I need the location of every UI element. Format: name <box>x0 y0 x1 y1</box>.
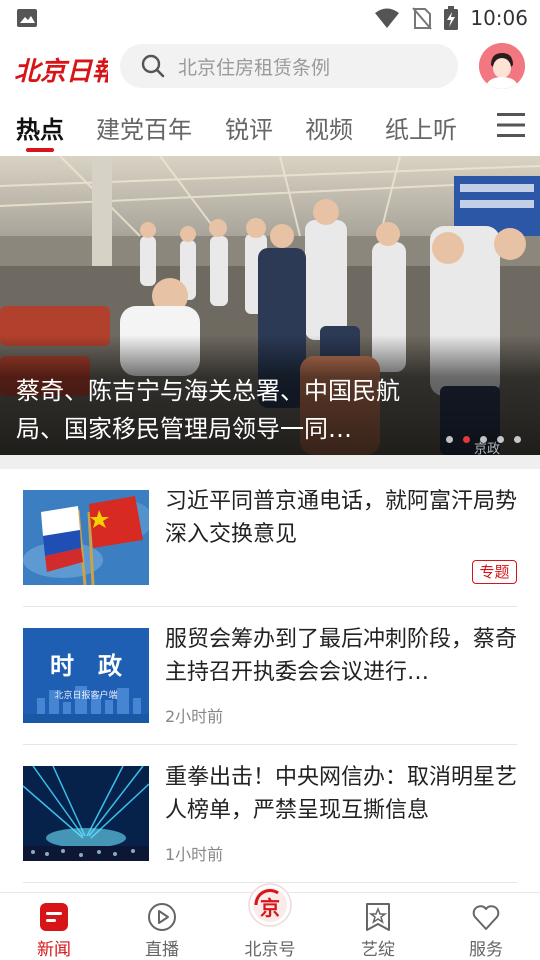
news-title[interactable]: 习近平同普京通电话，就阿富汗局势深入交换意见 <box>165 485 517 551</box>
avatar-icon <box>479 43 525 89</box>
nav-label: 服务 <box>469 940 503 960</box>
image-icon <box>17 9 37 27</box>
thumbnail-title: 时 政 <box>50 651 122 680</box>
news-thumbnail-concert <box>23 766 149 861</box>
nav-label: 新闻 <box>37 940 71 960</box>
beijing-daily-logo[interactable]: 北京日報 <box>14 46 108 88</box>
search-bar[interactable]: 北京住房租赁条例 <box>120 44 458 88</box>
svg-text:北京日報: 北京日報 <box>14 57 108 87</box>
heart-icon <box>472 905 500 930</box>
nav-label: 北京号 <box>244 940 296 960</box>
no-sim-icon <box>412 7 433 30</box>
news-title[interactable]: 服贸会筹办到了最后冲刺阶段，蔡奇主持召开执委会会议进行… <box>165 623 517 689</box>
news-item[interactable]: 习近平同普京通电话，就阿富汗局势深入交换意见 专题 <box>0 469 540 607</box>
news-thumbnail-flags <box>23 490 149 585</box>
news-time: 1小时前 <box>165 845 224 864</box>
carousel-dot-active[interactable] <box>463 436 470 443</box>
news-item[interactable]: 时 政 北京日报客户端 服贸会筹办到了最后冲刺阶段，蔡奇主持召开执委会会议进行…… <box>0 607 540 745</box>
nav-service[interactable]: 服务 <box>432 893 540 960</box>
status-time: 10:06 <box>470 6 528 30</box>
channel-tabs: 热点 建党百年 锐评 视频 纸上听 <box>0 96 540 156</box>
tab-listen-paper[interactable]: 纸上听 <box>385 110 457 145</box>
bottom-navigation: 新闻 直播 京 北京号 艺绽 服务 <box>0 883 540 960</box>
nav-news[interactable]: 新闻 <box>0 893 108 960</box>
banner-watermark: 京政 <box>474 442 501 455</box>
status-bar: 10:06 <box>0 0 540 36</box>
nav-label: 艺绽 <box>361 940 395 960</box>
topic-badge: 专题 <box>472 560 517 584</box>
tab-video[interactable]: 视频 <box>305 110 353 145</box>
carousel-dot[interactable] <box>514 436 521 443</box>
wifi-icon <box>375 8 400 28</box>
banner-title[interactable]: 蔡奇、陈吉宁与海关总署、中国民航局、国家移民管理局领导一同… <box>16 372 426 448</box>
news-icon <box>40 903 68 931</box>
thumbnail-subtitle: 北京日报客户端 <box>54 691 118 701</box>
nav-live[interactable]: 直播 <box>108 893 216 960</box>
tab-party-centennial[interactable]: 建党百年 <box>96 110 192 145</box>
news-title[interactable]: 重拳出击！中央网信办：取消明星艺人榜单，严禁呈现互撕信息 <box>165 761 517 827</box>
tab-commentary[interactable]: 锐评 <box>225 110 273 145</box>
user-avatar[interactable] <box>479 43 525 89</box>
section-divider <box>0 455 540 469</box>
news-time: 2小时前 <box>165 707 224 726</box>
app-header: 北京日報 北京住房租赁条例 <box>0 36 540 96</box>
nav-beijing-hao[interactable]: 京 北京号 <box>216 883 324 960</box>
nav-yizhan[interactable]: 艺绽 <box>324 893 432 960</box>
search-placeholder: 北京住房租赁条例 <box>178 56 331 79</box>
battery-charging-icon <box>444 6 459 30</box>
carousel-dot[interactable] <box>446 436 453 443</box>
news-thumbnail-politics: 时 政 北京日报客户端 <box>23 628 149 723</box>
beijing-hao-char: 京 <box>260 896 280 920</box>
headline-banner[interactable]: 蔡奇、陈吉宁与海关总署、中国民航局、国家移民管理局领导一同… 京政 <box>0 156 540 455</box>
star-bookmark-icon <box>366 903 390 931</box>
play-icon <box>148 903 176 931</box>
tab-hot[interactable]: 热点 <box>16 110 64 145</box>
news-item[interactable]: 重拳出击！中央网信办：取消明星艺人榜单，严禁呈现互撕信息 1小时前 <box>0 745 540 883</box>
nav-label: 直播 <box>145 940 179 960</box>
active-tab-indicator <box>26 148 54 152</box>
hamburger-icon[interactable] <box>497 112 525 138</box>
search-icon <box>141 54 165 78</box>
